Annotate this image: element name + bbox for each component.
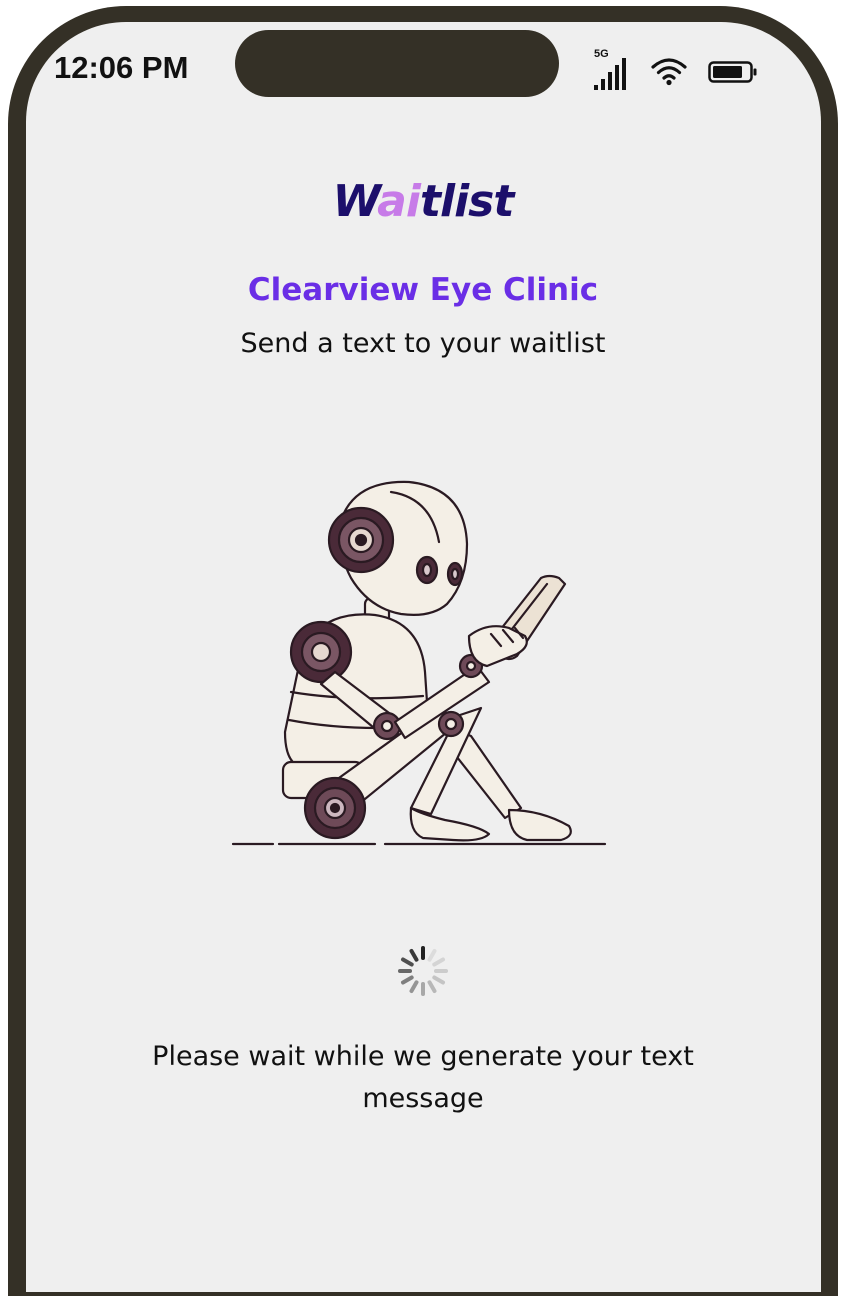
battery-icon [708, 60, 758, 84]
cellular-signal-icon: 5G [592, 48, 634, 92]
loading-message: Please wait while we generate your text … [152, 1041, 694, 1114]
clinic-name: Clearview Eye Clinic [247, 272, 599, 308]
status-time: 12:06 PM [54, 50, 189, 85]
loading-spinner-icon [396, 944, 450, 998]
page-subtitle: Send a text to your waitlist [240, 328, 606, 359]
waitlist-logo: Waitlist [0, 176, 846, 227]
dynamic-island [235, 30, 559, 97]
logo-prefix: W [332, 176, 379, 227]
logo-accent: ai [377, 176, 421, 227]
network-type-label: 5G [594, 48, 609, 60]
wifi-icon [650, 56, 688, 86]
robot-reading-phone-illustration [225, 470, 625, 860]
logo-suffix: tlist [419, 176, 514, 227]
